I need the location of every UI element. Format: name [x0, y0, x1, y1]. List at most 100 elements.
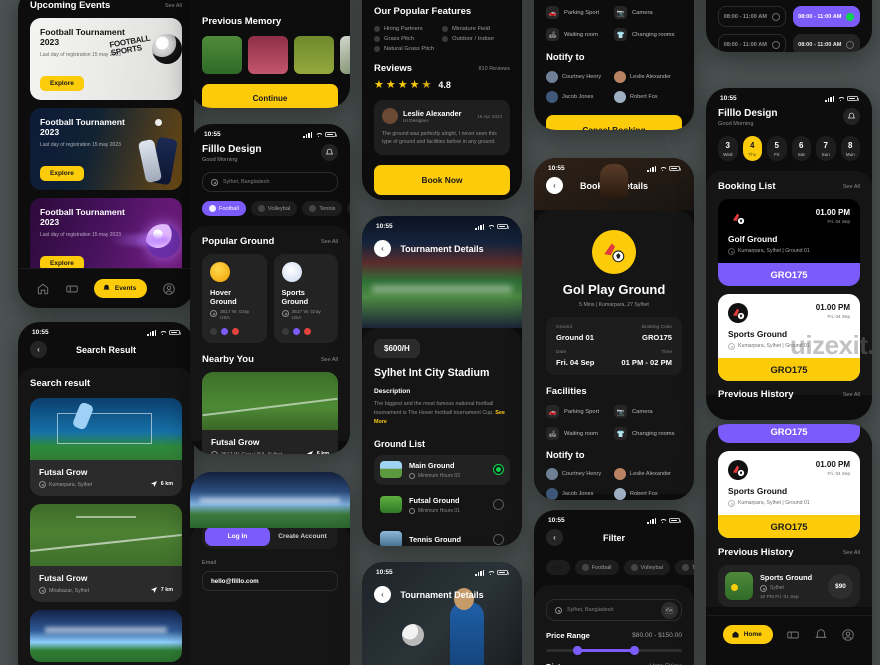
person-item[interactable]: Courtney Henry: [546, 71, 614, 83]
booking-card[interactable]: 01.00 PM Fri. 04 Sep Sports Ground Kumar…: [718, 294, 860, 381]
tab-events[interactable]: Events: [93, 279, 148, 298]
date-chip[interactable]: 7 Sun: [816, 136, 836, 161]
time-slot[interactable]: 08:00 - 11:00 AM: [792, 34, 860, 52]
location-value: Sylhet, Bangladesh: [567, 607, 614, 613]
see-all-link[interactable]: See All: [165, 3, 182, 9]
description-text: The biggest and the most famous national…: [374, 401, 505, 426]
memory-thumb[interactable]: [294, 36, 334, 74]
user-icon[interactable]: [841, 628, 855, 642]
ground-list-item[interactable]: Tennis Ground: [374, 525, 510, 546]
slider-knob-min[interactable]: [573, 646, 582, 655]
status-icons: [147, 329, 181, 336]
see-all-link[interactable]: See All: [843, 184, 860, 190]
email-field[interactable]: hello@filllo.com: [202, 571, 338, 591]
time-slot[interactable]: 08:00 - 11:00 AM: [718, 6, 786, 27]
date-chip[interactable]: 5 Fri: [767, 136, 787, 161]
nearby-ground-card[interactable]: Futsal Grow 3517 W. Gray USA, Sylhet 6 k…: [202, 372, 338, 454]
person-item[interactable]: Robert Fox: [614, 488, 682, 500]
bell-icon: [325, 148, 334, 155]
search-input[interactable]: Sylhet, Bangladesh: [202, 172, 338, 192]
memory-thumb[interactable]: [340, 36, 350, 74]
date-chip[interactable]: 8 Mun: [840, 136, 860, 161]
cancel-booking-button[interactable]: Cancel Booking: [546, 115, 682, 130]
time-slot[interactable]: 08:00 - 11:00 AM: [792, 6, 860, 27]
person-item[interactable]: Jacob Jones: [546, 488, 614, 500]
see-all-link[interactable]: See All: [843, 392, 860, 398]
back-button[interactable]: ‹: [546, 177, 563, 194]
home-icon[interactable]: [36, 282, 50, 296]
tab-home[interactable]: Home: [722, 625, 773, 644]
explore-button[interactable]: Explore: [40, 76, 84, 91]
slider-knob-max[interactable]: [630, 646, 639, 655]
date-chip[interactable]: 4 Thu: [742, 136, 762, 161]
popular-ground-card[interactable]: Sports Ground 3517 W. Gray USA: [273, 254, 338, 344]
person-item[interactable]: Courtney Henry: [546, 468, 614, 480]
back-button[interactable]: ‹: [30, 341, 47, 358]
chip-football[interactable]: Football: [202, 201, 246, 216]
search-results-sheet: Search result Futsal Grow Kumarpara, Syl…: [18, 368, 194, 665]
memory-thumb[interactable]: [202, 36, 242, 74]
greeting-text: Good Morning: [202, 157, 238, 163]
see-all-link[interactable]: See All: [843, 550, 860, 556]
person-item[interactable]: Leslie Alexander: [614, 468, 682, 480]
search-value: Sylhet, Bangladesh: [223, 179, 270, 185]
chip-tennis[interactable]: Tennis: [302, 201, 343, 216]
description-label: Description: [374, 388, 411, 395]
see-all-link[interactable]: See All: [321, 239, 338, 245]
time-slot[interactable]: 08:00 - 11:00 AM: [718, 34, 786, 52]
email-label: Email: [202, 560, 216, 566]
ground-list-item[interactable]: Futsal Ground Minimum Hours 01: [374, 490, 510, 520]
person-item[interactable]: Robert Fox: [614, 91, 682, 103]
book-now-button[interactable]: Book Now: [374, 164, 510, 195]
chip-more[interactable]: [347, 201, 350, 216]
price-slider[interactable]: [546, 646, 682, 655]
ground-list-item[interactable]: Main Ground Minimum Hours 03: [374, 454, 510, 485]
ground-radio[interactable]: [493, 464, 504, 476]
chip-any[interactable]: Any: [546, 560, 570, 575]
popular-ground-card[interactable]: Hover Ground 3517 W. Gray USA: [202, 254, 267, 344]
map-icon[interactable]: 🗺: [661, 602, 678, 619]
chip-volleyball[interactable]: Volleybal: [250, 201, 298, 216]
tab-create-account[interactable]: Create Account: [270, 527, 335, 546]
ticket-icon[interactable]: [786, 628, 800, 642]
location-input[interactable]: Sylhet, Bangladesh 🗺: [546, 599, 682, 621]
chip-football[interactable]: Football: [574, 560, 619, 575]
ground-address: 3517 W. Gray USA: [210, 310, 259, 322]
search-result-item[interactable]: Futsal Grow Mirabazar, Sylhet 7 km: [30, 504, 182, 602]
tab-login[interactable]: Log In: [205, 527, 270, 546]
ground-radio[interactable]: [493, 533, 504, 545]
history-item[interactable]: Sports Ground Sylhet 10 PM Fri. 01 Sep $…: [718, 565, 860, 607]
date-chip[interactable]: 6 Sat: [791, 136, 811, 161]
back-button[interactable]: ‹: [546, 529, 563, 546]
facility-item: 📷 Camera: [614, 405, 682, 418]
tennis-icon: [309, 205, 317, 212]
booking-card[interactable]: 01.00 PM Fri. 04 Sep Golf Ground Kumarpa…: [718, 199, 860, 286]
date-chip[interactable]: 3 Wed: [718, 136, 738, 161]
bell-icon[interactable]: [814, 628, 828, 642]
avatar: [382, 108, 398, 124]
chip-tennis[interactable]: Tennis: [674, 560, 694, 575]
ground-radio[interactable]: [493, 499, 504, 511]
booking-card-header: 01.00 PM Fri. 04 Sep: [728, 208, 850, 228]
search-result-item[interactable]: [30, 610, 182, 662]
explore-button[interactable]: Explore: [40, 166, 84, 181]
chip-volleyball[interactable]: Volleybal: [623, 560, 670, 575]
booking-card[interactable]: 01.00 PM Fri. 04 Sep Sports Ground Kumar…: [718, 451, 860, 538]
person-item[interactable]: Jacob Jones: [546, 91, 614, 103]
continue-button[interactable]: Continue: [202, 84, 338, 108]
search-result-item[interactable]: Futsal Grow Kumarpara, Sylhet 6 km: [30, 398, 182, 496]
notification-button[interactable]: [321, 144, 338, 161]
screen-tournament-details: 10:55 ‹ Tournament Details $600/H Sylhet…: [362, 216, 522, 546]
event-card[interactable]: Football Tournament 2023 Last day of reg…: [30, 108, 182, 190]
memory-thumb[interactable]: [248, 36, 288, 74]
back-button[interactable]: ‹: [374, 240, 391, 257]
user-icon[interactable]: [162, 282, 176, 296]
event-card[interactable]: Football Tournament 2023 Last day of reg…: [30, 18, 182, 100]
back-button[interactable]: ‹: [374, 586, 391, 603]
person-item[interactable]: Leslie Alexander: [614, 71, 682, 83]
avatar: [614, 71, 626, 83]
booking-list-sheet: Booking List See All 01.00 PM Fri. 04 Se…: [706, 171, 872, 400]
ticket-icon[interactable]: [65, 282, 79, 296]
see-all-link[interactable]: See All: [321, 357, 338, 363]
notification-button[interactable]: [843, 108, 860, 125]
